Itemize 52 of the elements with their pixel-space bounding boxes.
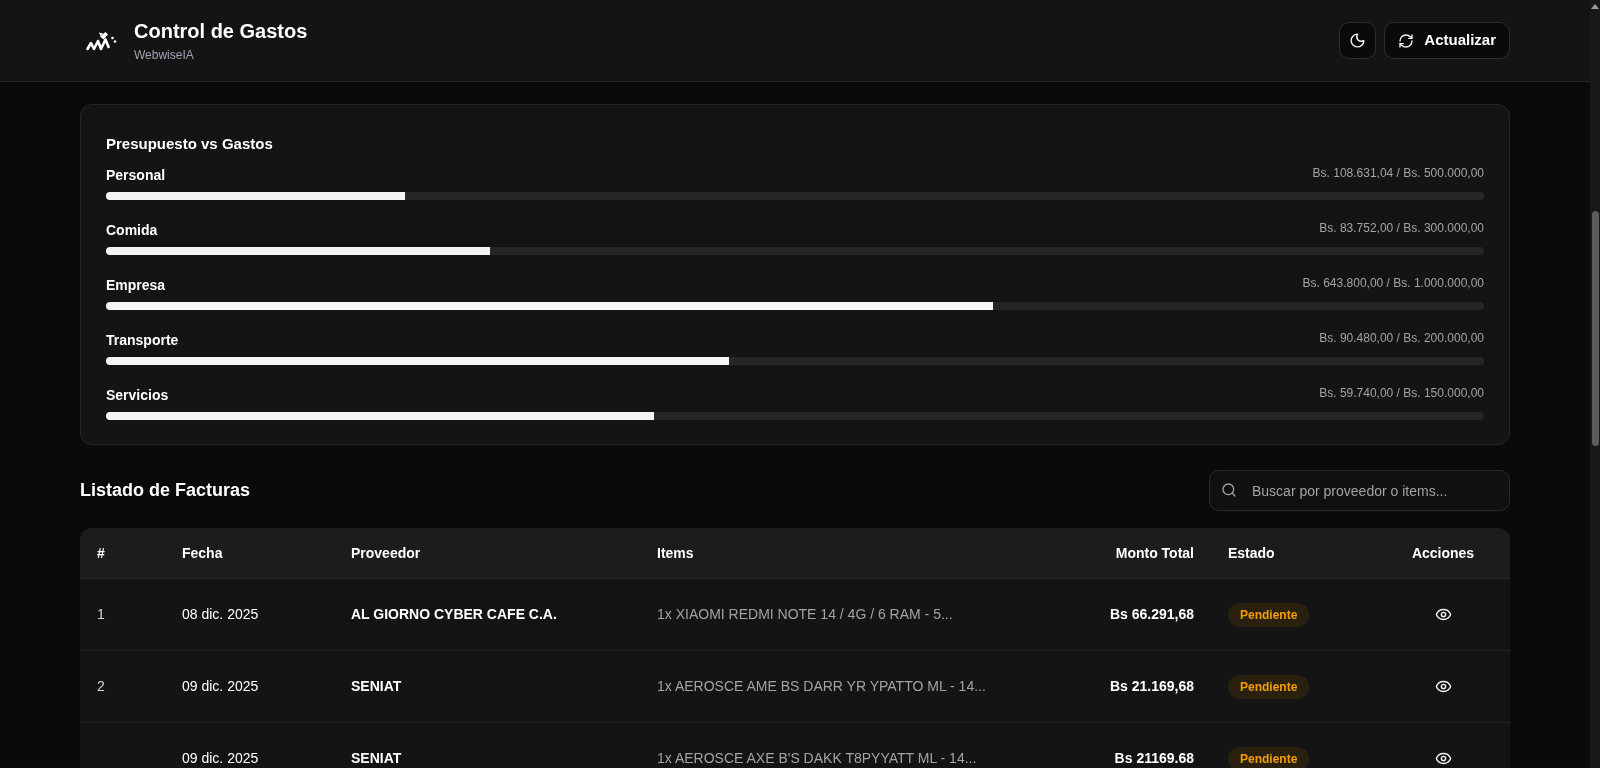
app-subtitle: WebwiseIA bbox=[134, 47, 195, 63]
moon-icon bbox=[1349, 32, 1367, 49]
app-title: Control de Gastos bbox=[134, 19, 308, 44]
column-header: # bbox=[97, 543, 105, 563]
provider-cell-text: SENIAT bbox=[351, 677, 402, 696]
date-cell-text: 08 dic. 2025 bbox=[182, 605, 259, 624]
category-label: Transporte bbox=[106, 330, 179, 350]
column-header: Items bbox=[657, 543, 694, 563]
card-title: Presupuesto vs Gastos bbox=[106, 134, 274, 154]
eye-icon bbox=[1434, 750, 1452, 767]
date-cell-text: 09 dic. 2025 bbox=[182, 749, 259, 768]
column-header: Acciones bbox=[1411, 543, 1475, 563]
items-cell-text: 1x AEROSCE AXE B'S DAKK T8PYYATT ML - 14... bbox=[657, 749, 977, 768]
view-button[interactable] bbox=[1434, 750, 1452, 767]
category-label: Empresa bbox=[106, 275, 166, 295]
status-badge: Pendiente bbox=[1228, 674, 1310, 699]
status-badge: Pendiente bbox=[1228, 746, 1310, 768]
scroll-up-arrow-icon bbox=[1591, 4, 1599, 9]
row-number: 2 bbox=[97, 677, 105, 696]
view-button[interactable] bbox=[1434, 678, 1452, 695]
amount-cell-text: Bs 21169.68 bbox=[1114, 749, 1194, 768]
items-cell-text: 1x AEROSCE AME BS DARR YR YPATTO ML - 14... bbox=[657, 677, 986, 696]
eye-icon bbox=[1434, 678, 1452, 695]
column-header: Monto Total bbox=[1115, 543, 1194, 563]
row-number: 1 bbox=[97, 605, 105, 624]
column-header: Estado bbox=[1228, 543, 1275, 563]
search-icon bbox=[1221, 482, 1237, 498]
theme-toggle-button[interactable] bbox=[1339, 22, 1377, 59]
items-cell-text: 1x XIAOMI REDMI NOTE 14 / 4G / 6 RAM - 5... bbox=[657, 605, 953, 624]
column-header: Fecha bbox=[182, 543, 223, 563]
refresh-button[interactable]: Actualizar bbox=[1384, 22, 1510, 59]
column-header: Proveedor bbox=[351, 543, 421, 563]
date-cell-text: 09 dic. 2025 bbox=[182, 677, 259, 696]
refresh-icon bbox=[1398, 32, 1415, 49]
provider-cell-text: SENIAT bbox=[351, 749, 402, 768]
provider-cell-text: AL GIORNO CYBER CAFE C.A. bbox=[351, 605, 557, 624]
budget-reading: Bs. 59.740,00 / Bs. 150.000,00 bbox=[1319, 384, 1484, 402]
eye-icon bbox=[1434, 606, 1452, 623]
budget-reading: Bs. 90.480,00 / Bs. 200.000,00 bbox=[1319, 329, 1484, 347]
category-label: Comida bbox=[106, 220, 158, 240]
category-label: Personal bbox=[106, 165, 166, 185]
status-badge: Pendiente bbox=[1228, 602, 1310, 627]
view-button[interactable] bbox=[1434, 606, 1452, 623]
amount-cell-text: Bs 66.291,68 bbox=[1109, 605, 1194, 624]
section-title: Listado de Facturas bbox=[80, 479, 251, 502]
budget-reading: Bs. 643.800,00 / Bs. 1.000.000,00 bbox=[1302, 274, 1484, 292]
amount-cell-text: Bs 21.169,68 bbox=[1109, 677, 1194, 696]
category-label: Servicios bbox=[106, 385, 169, 405]
budget-reading: Bs. 83.752,00 / Bs. 300.000,00 bbox=[1319, 219, 1484, 237]
budget-reading: Bs. 108.631,04 / Bs. 500.000,00 bbox=[1312, 164, 1484, 182]
search-field[interactable]: Buscar por proveedor o items... bbox=[1209, 470, 1510, 511]
logo-icon bbox=[86, 29, 118, 52]
